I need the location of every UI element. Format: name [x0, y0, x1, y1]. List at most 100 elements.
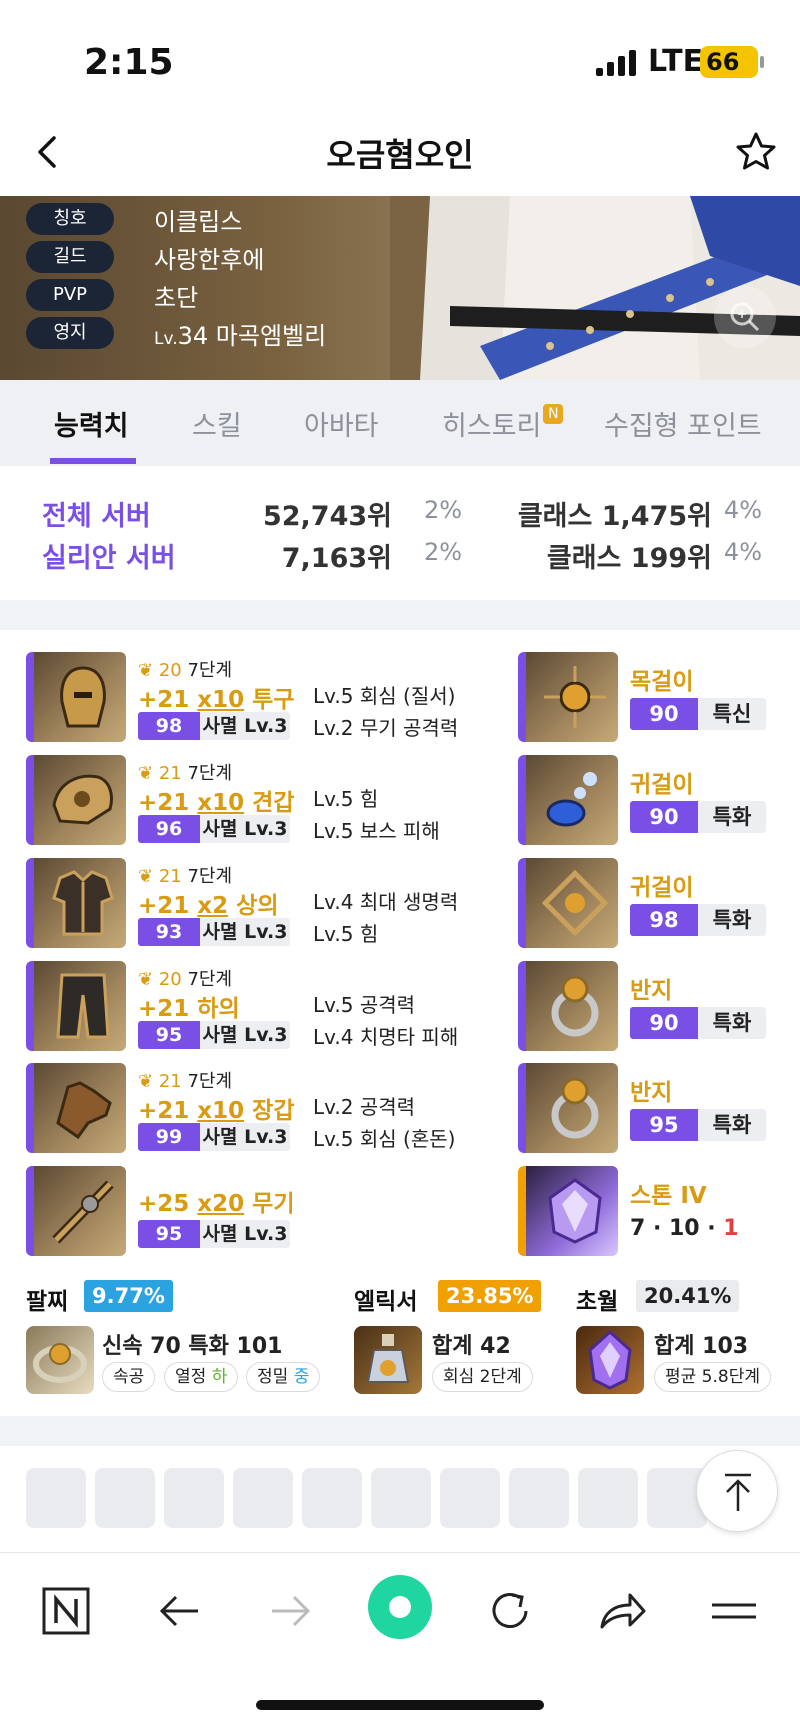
profile-value: Lv.34 마곡엠벨리 [154, 321, 327, 350]
gem-slot[interactable] [371, 1468, 431, 1528]
engraving-effect: Lv.4 최대 생명력 [313, 890, 459, 914]
gem-slot[interactable] [578, 1468, 638, 1528]
elixir-level: 20 [158, 660, 182, 681]
gem-slot[interactable] [509, 1468, 569, 1528]
laurel-icon: ❦ [138, 969, 159, 990]
quality-badge: 95 [138, 1220, 200, 1248]
refresh-icon[interactable] [482, 1583, 538, 1639]
favorite-star-icon[interactable] [734, 130, 778, 174]
slot-name: 장갑 [252, 1098, 295, 1124]
accessory-earring-2[interactable]: 귀걸이 98 특화 [518, 858, 778, 948]
stage-label: 7단계 [187, 1071, 233, 1092]
accessory-ring-2[interactable]: 반지 95 특화 [518, 1063, 778, 1153]
accessory-name: 귀걸이 [630, 875, 694, 901]
profile-row-estate: 영지 Lv.34 마곡엠벨리 [26, 316, 326, 350]
transcend-title: 초월 [576, 1289, 619, 1315]
slot-name: 무기 [252, 1191, 295, 1217]
equipment-item-helmet[interactable]: ❦ 20 7단계 +21 x10 투구 98 사멸 Lv.3 Lv.5 회심 (질… [26, 652, 459, 742]
accessory-name: 귀걸이 [630, 772, 694, 798]
bracelet-percent-badge: 9.77% [84, 1280, 173, 1312]
equipment-item-chest[interactable]: ❦ 21 7단계 +21 x2 상의 93 사멸 Lv.3 Lv.4 최대 생명력… [26, 858, 459, 948]
laurel-icon: ❦ [138, 1071, 159, 1092]
gem-slot[interactable] [95, 1468, 155, 1528]
section-divider [0, 1416, 800, 1446]
transcend-image[interactable] [576, 1326, 644, 1394]
gem-slot[interactable] [164, 1468, 224, 1528]
server-rank-pct: 2% [424, 538, 463, 566]
class-rank: 클래스 1,475위 [517, 501, 712, 532]
equipment-item-pants[interactable]: ❦ 20 7단계 +21 하의 95 사멸 Lv.3 Lv.5 공격력 Lv.4 … [26, 961, 459, 1051]
class-rank-pct: 4% [723, 538, 762, 566]
equipment-item-gloves[interactable]: ❦ 21 7단계 +21 x10 장갑 99 사멸 Lv.3 Lv.2 공격력 L… [26, 1063, 456, 1153]
tab-bar: 능력치 스킬 아바타 히스토리 N 수집형 포인트 [0, 380, 800, 466]
stat-label: 특화 [698, 1109, 766, 1141]
accessory-ring-1[interactable]: 반지 90 특화 [518, 961, 778, 1051]
page-title: 오금혐오인 [326, 136, 474, 174]
gem-slot[interactable] [302, 1468, 362, 1528]
scroll-to-top-button[interactable] [696, 1450, 778, 1532]
server-rank: 7,163위 [281, 543, 392, 574]
transcend-total: 합계 103 [654, 1334, 749, 1359]
profile-row-title: 칭호 이클립스 [26, 202, 242, 236]
elixir-level: 21 [158, 866, 182, 887]
menu-icon[interactable] [706, 1583, 762, 1639]
rank-section: 전체 서버 52,743위 2% 클래스 1,475위 4% 실리안 서버 7,… [0, 466, 800, 600]
equipment-item-shoulder[interactable]: ❦ 21 7단계 +21 x10 견갑 96 사멸 Lv.3 Lv.5 힘 Lv.… [26, 755, 456, 845]
earring-image [518, 755, 618, 845]
naver-home-icon[interactable] [38, 1583, 94, 1639]
signal-icon [596, 50, 636, 76]
elixir-title: 엘릭서 [354, 1289, 418, 1315]
profile-tag: 영지 [26, 317, 114, 349]
tab-skills[interactable]: 스킬 [192, 404, 242, 443]
elixir-image[interactable] [354, 1326, 422, 1394]
upgrade-level: +25 [138, 1191, 190, 1217]
weapon-image [26, 1166, 126, 1256]
gem-slot[interactable] [26, 1468, 86, 1528]
tab-avatar[interactable]: 아바타 [304, 404, 379, 443]
transcend-effect-pill: 평균 5.8단계 [654, 1362, 771, 1392]
accessory-name: 반지 [630, 978, 673, 1004]
app-header: 오금혐오인 [0, 110, 800, 196]
laurel-icon: ❦ [138, 866, 159, 887]
set-label: 사멸 Lv.3 [200, 1220, 290, 1248]
set-label: 사멸 Lv.3 [200, 918, 290, 946]
slot-name: 투구 [252, 687, 295, 713]
accessory-earring-1[interactable]: 귀걸이 90 특화 [518, 755, 778, 845]
battery-level: 66 [706, 48, 740, 76]
server-rank: 52,743위 [262, 501, 392, 532]
arrow-up-icon [725, 1473, 751, 1511]
gem-slot[interactable] [440, 1468, 500, 1528]
profile-value: 사랑한후에 [154, 245, 265, 274]
pants-image [26, 961, 126, 1051]
accessory-ability-stone[interactable]: 스톤 IV 7 · 10 · 1 [518, 1166, 778, 1256]
character-banner: 칭호 이클립스 길드 사랑한후에 PVP 초단 영지 Lv.34 마곡엠벨리 [0, 196, 800, 380]
elixir-level: 21 [158, 763, 182, 784]
engraving-effect: Lv.4 치명타 피해 [313, 1025, 459, 1049]
laurel-icon: ❦ [138, 763, 159, 784]
elixir-total: 합계 42 [432, 1334, 511, 1359]
gem-slot[interactable] [233, 1468, 293, 1528]
transcend-percent-badge: 20.41% [636, 1280, 740, 1312]
forward-arrow-icon[interactable] [262, 1583, 318, 1639]
bracelet-stats: 신속 70 특화 101 [102, 1334, 283, 1359]
tab-history[interactable]: 히스토리 N [442, 404, 564, 443]
status-time: 2:15 [84, 42, 174, 83]
quality-badge: 93 [138, 918, 200, 946]
ring-image [518, 961, 618, 1051]
share-icon[interactable] [594, 1583, 650, 1639]
equipment-item-weapon[interactable]: +25 x20 무기 95 사멸 Lv.3 [26, 1166, 456, 1256]
green-dot-icon[interactable] [368, 1575, 432, 1639]
laurel-icon: ❦ [138, 660, 159, 681]
tab-collection[interactable]: 수집형 포인트 [604, 404, 762, 443]
quality-badge: 95 [630, 1109, 698, 1141]
accessory-necklace[interactable]: 목걸이 90 특신 [518, 652, 778, 742]
battery-icon: 66 [700, 46, 764, 78]
ring-image [518, 1063, 618, 1153]
engraving-effect: Lv.2 무기 공격력 [313, 716, 459, 740]
back-arrow-icon[interactable] [152, 1583, 208, 1639]
bracelet-image[interactable] [26, 1326, 94, 1394]
server-rank-pct: 2% [424, 496, 463, 524]
zoom-icon[interactable] [714, 286, 776, 348]
tab-stats[interactable]: 능력치 [54, 404, 129, 443]
necklace-image [518, 652, 618, 742]
